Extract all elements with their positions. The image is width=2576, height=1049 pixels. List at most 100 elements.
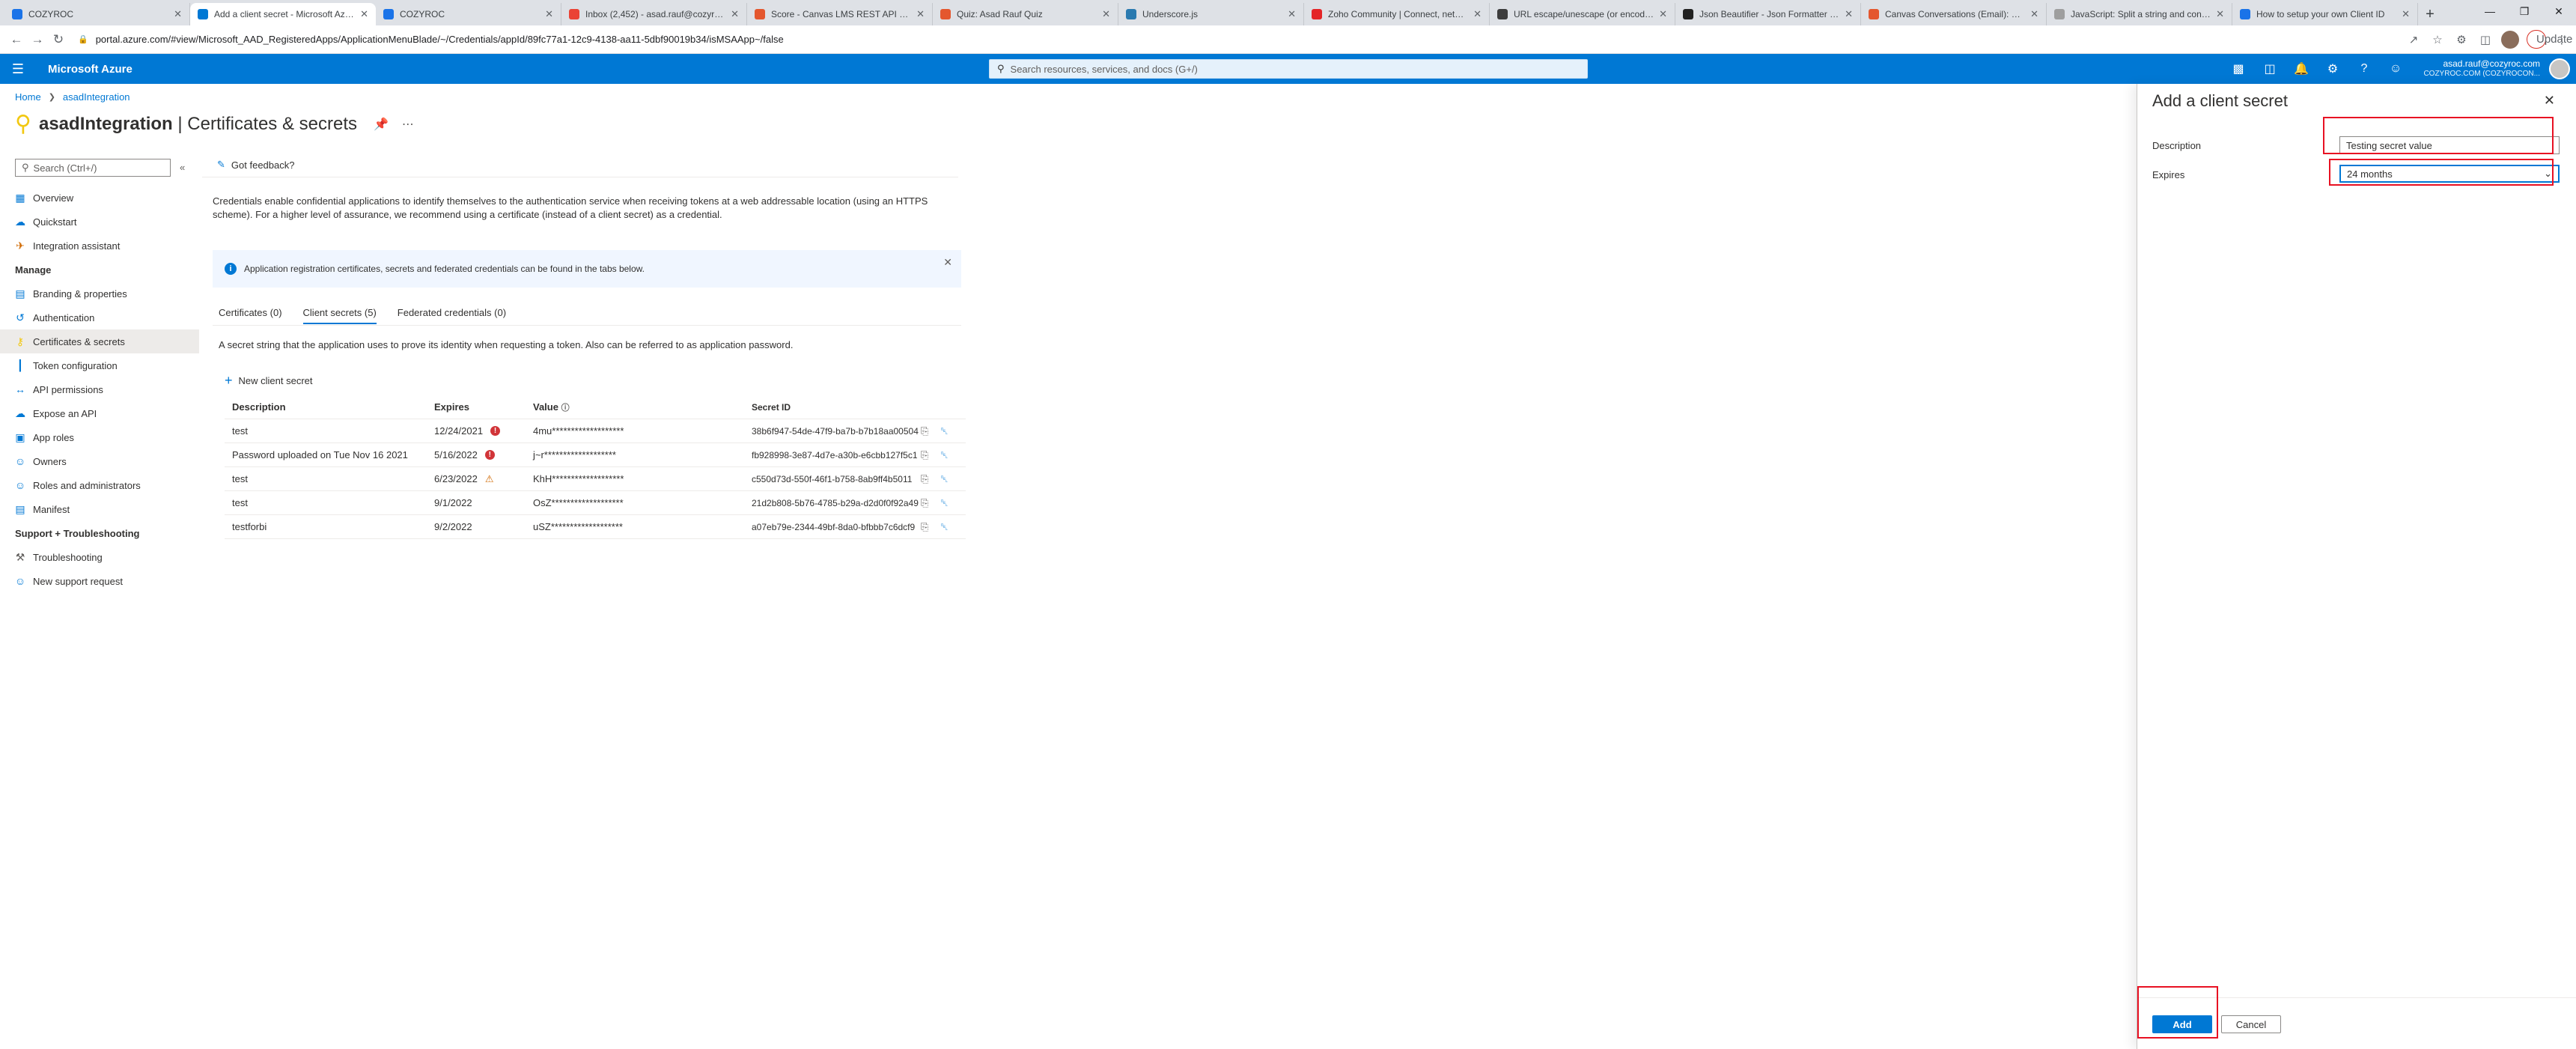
- close-tab-icon[interactable]: ✕: [1845, 8, 1853, 20]
- browser-tab[interactable]: Zoho Community | Connect, network ✕: [1304, 3, 1490, 25]
- azure-search-input[interactable]: ⚲ Search resources, services, and docs (…: [989, 59, 1588, 79]
- directory-filter-icon[interactable]: ◫: [2262, 61, 2277, 76]
- forward-icon[interactable]: →: [27, 29, 48, 50]
- sidepanel-icon[interactable]: ◫: [2477, 33, 2494, 46]
- close-tab-icon[interactable]: ✕: [174, 8, 182, 20]
- sidebar-item-manifest[interactable]: ▤ Manifest: [0, 497, 199, 521]
- info-icon[interactable]: ⓘ: [561, 404, 570, 413]
- new-client-secret-button[interactable]: + New client secret: [225, 373, 313, 389]
- browser-tab[interactable]: Quiz: Asad Rauf Quiz ✕: [933, 3, 1118, 25]
- close-tab-icon[interactable]: ✕: [2402, 8, 2410, 20]
- profile-avatar[interactable]: [2501, 30, 2519, 49]
- browser-tab[interactable]: COZYROC ✕: [376, 3, 561, 25]
- secret-description-cell: test: [232, 425, 248, 437]
- page-title-section: Certificates & secrets: [187, 113, 357, 134]
- close-tab-icon[interactable]: ✕: [916, 8, 925, 20]
- browser-tab[interactable]: Json Beautifier - Json Formatter | Json ✕: [1675, 3, 1861, 25]
- sidebar-item-new-support-request[interactable]: ☺ New support request: [0, 569, 199, 593]
- close-tab-icon[interactable]: ✕: [2216, 8, 2224, 20]
- sidebar-item-branding-properties[interactable]: ▤ Branding & properties: [0, 282, 199, 305]
- nav-search-input[interactable]: ⚲ Search (Ctrl+/): [15, 159, 171, 177]
- collapse-icon[interactable]: «: [180, 162, 185, 173]
- sidebar-item-overview[interactable]: ▦ Overview: [0, 186, 199, 210]
- copy-icon[interactable]: ⎘: [921, 449, 928, 461]
- azure-brand[interactable]: Microsoft Azure: [48, 63, 133, 76]
- close-window-icon[interactable]: ✕: [2542, 0, 2576, 22]
- copy-icon[interactable]: ⎘: [921, 425, 928, 437]
- secret-id-cell: c550d73d-550f-46f1-b758-8ab9ff4b5011: [752, 473, 913, 484]
- feedback-link[interactable]: ✎ Got feedback?: [217, 159, 294, 171]
- close-tab-icon[interactable]: ✕: [2030, 8, 2038, 20]
- row-actions: ⎘ ␡: [921, 521, 966, 533]
- tab-client-secrets[interactable]: Client secrets (5): [302, 307, 377, 324]
- sidebar-item-api-permissions[interactable]: ↔ API permissions: [0, 377, 199, 401]
- browser-tab[interactable]: Canvas Conversations (Email): Canvas ✕: [1861, 3, 2047, 25]
- error-icon: !: [490, 426, 501, 436]
- notifications-icon[interactable]: 🔔: [2294, 61, 2309, 76]
- close-tab-icon[interactable]: ✕: [1288, 8, 1296, 20]
- pin-icon[interactable]: 📌: [374, 117, 389, 132]
- tab-certificates[interactable]: Certificates (0): [219, 307, 282, 324]
- browser-tab[interactable]: COZYROC ✕: [4, 3, 190, 25]
- more-icon[interactable]: ⋯: [402, 117, 414, 132]
- browser-tab-strip: COZYROC ✕ Add a client secret - Microsoft …: [0, 0, 2576, 25]
- update-button[interactable]: Update: [2527, 30, 2572, 49]
- star-icon[interactable]: ☆: [2429, 33, 2446, 46]
- browser-tab[interactable]: JavaScript: Split a string and convert ✕: [2047, 3, 2232, 25]
- browser-tab[interactable]: URL escape/unescape (or encode/decode) ✕: [1490, 3, 1675, 25]
- sidebar-item-roles-and-administrators[interactable]: ☺ Roles and administrators: [0, 473, 199, 497]
- browser-tab[interactable]: Inbox (2,452) - asad.rauf@cozyroc.com ✕: [561, 3, 747, 25]
- new-tab-icon[interactable]: +: [2418, 3, 2442, 25]
- close-tab-icon[interactable]: ✕: [1473, 8, 1482, 20]
- tab-federated-credentials[interactable]: Federated credentials (0): [398, 307, 506, 324]
- hamburger-icon[interactable]: ☰: [0, 61, 36, 77]
- maximize-icon[interactable]: ❐: [2507, 0, 2542, 22]
- intro-text: Credentials enable confidential applicat…: [213, 195, 928, 220]
- account-info[interactable]: asad.rauf@cozyroc.com COZYROC.COM (COZYR…: [2423, 58, 2540, 79]
- sidebar-item-authentication[interactable]: ↺ Authentication: [0, 305, 199, 329]
- avatar[interactable]: [2549, 58, 2570, 79]
- copy-icon[interactable]: ⎘: [921, 497, 928, 509]
- extensions-icon[interactable]: ⚙: [2453, 33, 2470, 46]
- close-tab-icon[interactable]: ✕: [545, 8, 553, 20]
- reload-icon[interactable]: ↻: [48, 29, 69, 50]
- cancel-button[interactable]: Cancel: [2221, 1015, 2281, 1033]
- sidebar-item-token-configuration[interactable]: ┃ Token configuration: [0, 353, 199, 377]
- sidebar-item-owners[interactable]: ☺ Owners: [0, 449, 199, 473]
- delete-icon[interactable]: ␡: [940, 449, 948, 461]
- delete-icon[interactable]: ␡: [940, 425, 948, 437]
- share-icon[interactable]: ↗: [2405, 33, 2422, 46]
- browser-tab[interactable]: Score - Canvas LMS REST API Documentatio…: [747, 3, 933, 25]
- minimize-icon[interactable]: —: [2473, 0, 2507, 22]
- close-tab-icon[interactable]: ✕: [1659, 8, 1667, 20]
- close-tab-icon[interactable]: ✕: [360, 8, 368, 20]
- sidebar-item-app-roles[interactable]: ▣ App roles: [0, 425, 199, 449]
- copy-icon[interactable]: ⎘: [921, 473, 928, 485]
- close-icon[interactable]: ✕: [943, 256, 952, 269]
- breadcrumb-home[interactable]: Home: [15, 91, 41, 103]
- browser-tab[interactable]: How to setup your own Client ID ✕: [2232, 3, 2418, 25]
- delete-icon[interactable]: ␡: [940, 521, 948, 533]
- breadcrumb-app[interactable]: asadIntegration: [63, 91, 130, 103]
- col-value-label: Value: [533, 401, 558, 413]
- help-icon[interactable]: ?: [2357, 62, 2372, 76]
- close-icon[interactable]: ✕: [2544, 93, 2555, 109]
- browser-tab[interactable]: Add a client secret - Microsoft Azure ✕: [190, 3, 376, 25]
- cloud-shell-icon[interactable]: ▩: [2231, 61, 2246, 76]
- sidebar-item-quickstart[interactable]: ☁ Quickstart: [0, 210, 199, 234]
- sidebar-item-certificates-secrets[interactable]: ⚷ Certificates & secrets: [0, 329, 199, 353]
- settings-icon[interactable]: ⚙: [2325, 61, 2340, 76]
- feedback-icon[interactable]: ☺: [2388, 62, 2403, 76]
- copy-icon[interactable]: ⎘: [921, 521, 928, 533]
- sidebar-item-integration-assistant[interactable]: ✈ Integration assistant: [0, 234, 199, 258]
- sidebar-item-troubleshooting[interactable]: ⚒ Troubleshooting: [0, 545, 199, 569]
- close-tab-icon[interactable]: ✕: [731, 8, 739, 20]
- delete-icon[interactable]: ␡: [940, 473, 948, 485]
- delete-icon[interactable]: ␡: [940, 497, 948, 509]
- sidebar-item-expose-an-api[interactable]: ☁ Expose an API: [0, 401, 199, 425]
- browser-tab[interactable]: Underscore.js ✕: [1118, 3, 1304, 25]
- back-icon[interactable]: ←: [6, 29, 27, 50]
- menu-icon[interactable]: ⋮: [2554, 33, 2570, 46]
- url-field[interactable]: 🔒 portal.azure.com/#view/Microsoft_AAD_R…: [78, 29, 2396, 50]
- close-tab-icon[interactable]: ✕: [1102, 8, 1110, 20]
